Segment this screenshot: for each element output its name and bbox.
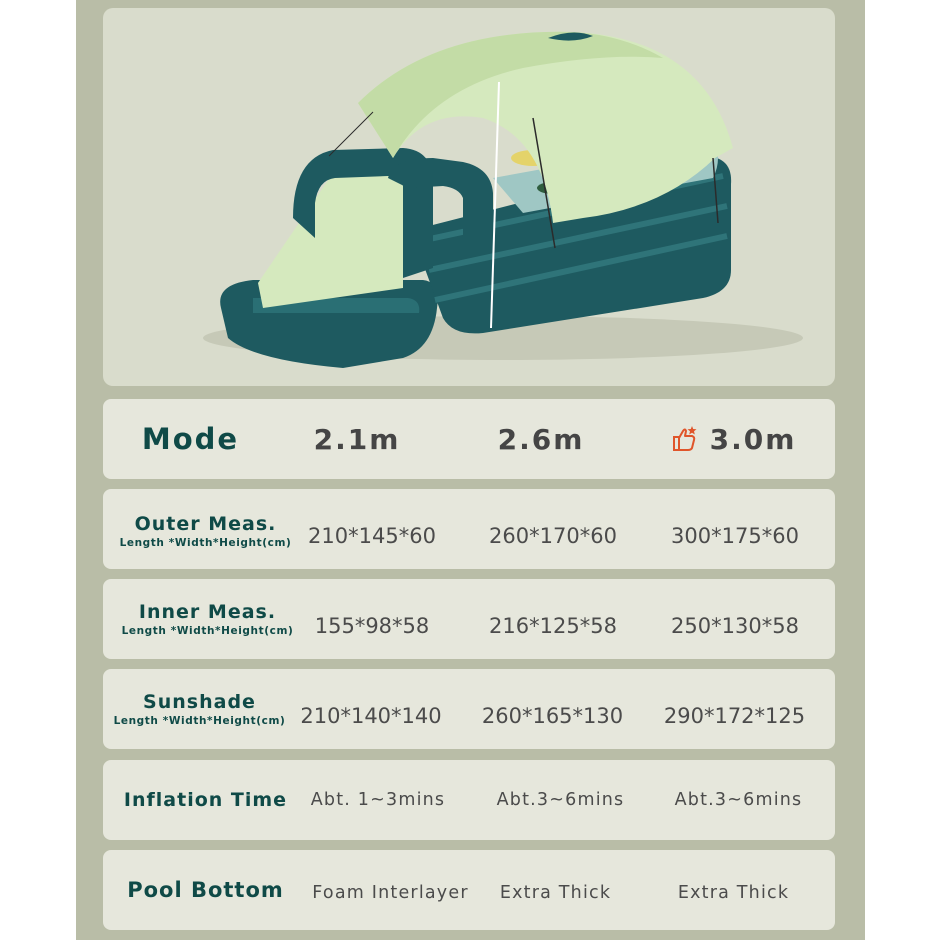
sunshade-col-1: 210*140*140 [298, 676, 444, 756]
pool-bottom-label-cell: Pool Bottom [103, 850, 308, 930]
mode-label: Mode [141, 422, 240, 456]
inflation-time-value-2: Abt.3~6mins [496, 790, 625, 810]
outer-meas-col-3: 300*175*60 [660, 496, 810, 576]
pool-bottom-value-2: Extra Thick [499, 883, 612, 903]
outer-meas-label: Outer Meas. [134, 513, 277, 535]
sunshade-value-1: 210*140*140 [300, 704, 442, 728]
inner-meas-value-3: 250*130*58 [671, 614, 799, 638]
mode-col-1: 2.1m [285, 399, 429, 479]
sunshade-value-2: 260*165*130 [481, 704, 624, 728]
outer-meas-label-cell: Outer Meas. Length *Width*Height(cm) [103, 489, 308, 571]
mode-label-cell: Mode [103, 399, 278, 479]
sunshade-col-3: 290*172*125 [657, 676, 812, 756]
pool-bottom-label: Pool Bottom [127, 878, 284, 902]
mode-header-row: Mode 2.1m 2.6m 3.0m [103, 399, 835, 479]
pool-bottom-value-1: Foam Interlayer [312, 883, 469, 903]
sunshade-label: Sunshade [143, 691, 256, 713]
inflation-time-col-3: Abt.3~6mins [671, 760, 806, 840]
outer-meas-value-3: 300*175*60 [671, 524, 799, 548]
inflation-time-value-3: Abt.3~6mins [674, 790, 803, 810]
inner-meas-col-2: 216*125*58 [478, 586, 628, 666]
thumbs-up-star-icon [670, 425, 698, 453]
inner-meas-value-1: 155*98*58 [314, 614, 430, 638]
sunshade-value-3: 290*172*125 [663, 704, 806, 728]
pool-bottom-row: Pool Bottom Foam Interlayer Extra Thick … [103, 850, 835, 930]
inflation-time-value-1: Abt. 1~3mins [310, 790, 446, 810]
pool-bottom-col-2: Extra Thick [493, 853, 618, 933]
inner-meas-label: Inner Meas. [138, 601, 277, 623]
outer-meas-value-1: 210*145*60 [308, 524, 436, 548]
outer-meas-col-2: 260*170*60 [478, 496, 628, 576]
sunshade-label-cell: Sunshade Length *Width*Height(cm) [97, 669, 302, 749]
inflation-time-row: Inflation Time Abt. 1~3mins Abt.3~6mins … [103, 760, 835, 840]
inner-meas-col-3: 250*130*58 [660, 586, 810, 666]
outer-meas-value-2: 260*170*60 [489, 524, 617, 548]
outer-meas-row: Outer Meas. Length *Width*Height(cm) 210… [103, 489, 835, 569]
inner-meas-sublabel: Length *Width*Height(cm) [121, 625, 294, 637]
mode-col-3: 3.0m [633, 399, 833, 479]
inflation-time-col-2: Abt.3~6mins [493, 760, 628, 840]
outer-meas-col-1: 210*145*60 [303, 496, 441, 576]
sunshade-col-2: 260*165*130 [475, 676, 630, 756]
inflatable-pool-icon [203, 31, 803, 368]
inner-meas-value-2: 216*125*58 [489, 614, 617, 638]
inner-meas-col-1: 155*98*58 [303, 586, 441, 666]
inner-meas-row: Inner Meas. Length *Width*Height(cm) 155… [103, 579, 835, 659]
mode-value-3: 3.0m [709, 422, 797, 456]
pool-bottom-value-3: Extra Thick [677, 883, 790, 903]
product-image [103, 8, 835, 386]
pool-bottom-col-1: Foam Interlayer [308, 853, 473, 933]
sunshade-sublabel: Length *Width*Height(cm) [113, 715, 286, 727]
inflation-time-label: Inflation Time [123, 789, 288, 811]
inflation-time-label-cell: Inflation Time [103, 760, 308, 840]
mode-value-1: 2.1m [313, 422, 401, 456]
inner-meas-label-cell: Inner Meas. Length *Width*Height(cm) [105, 579, 310, 659]
pool-bottom-col-3: Extra Thick [671, 853, 796, 933]
mode-col-2: 2.6m [469, 399, 613, 479]
outer-meas-sublabel: Length *Width*Height(cm) [119, 537, 292, 549]
inflation-time-col-1: Abt. 1~3mins [308, 760, 448, 840]
mode-value-2: 2.6m [497, 422, 585, 456]
sunshade-row: Sunshade Length *Width*Height(cm) 210*14… [103, 669, 835, 749]
